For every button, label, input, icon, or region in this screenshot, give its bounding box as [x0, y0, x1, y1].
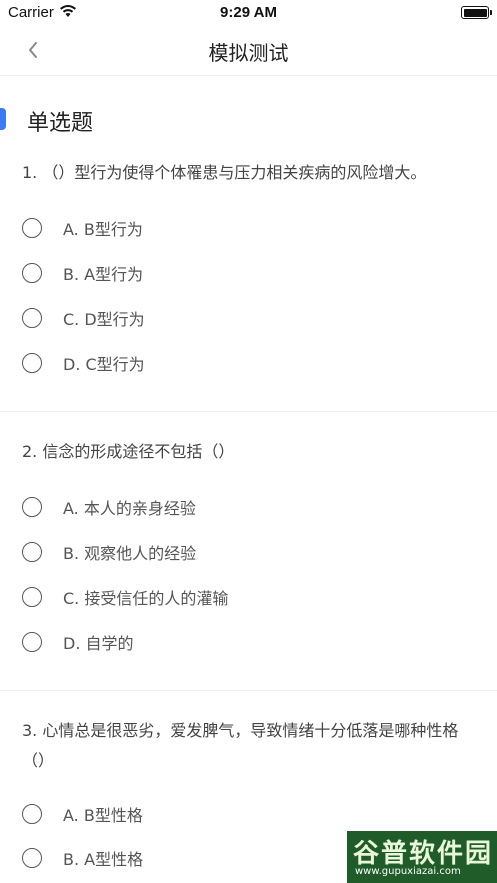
- divider: [0, 411, 497, 412]
- radio-icon[interactable]: [22, 804, 42, 824]
- section-header: 单选题: [0, 104, 497, 136]
- question-text: 3. 心情总是很恶劣，爱发脾气，导致情绪十分低落是哪种性格（）: [22, 721, 459, 770]
- option-1d[interactable]: D. C型行为: [0, 345, 497, 385]
- radio-icon[interactable]: [22, 308, 42, 328]
- option-2c[interactable]: C. 接受信任的人的灌输: [0, 579, 497, 619]
- watermark-title: 谷普软件园: [353, 839, 494, 869]
- radio-icon[interactable]: [22, 497, 42, 517]
- option-1c[interactable]: C. D型行为: [0, 300, 497, 340]
- option-label: A. 本人的亲身经验: [63, 499, 196, 518]
- radio-icon[interactable]: [22, 848, 42, 868]
- option-1a[interactable]: A. B型行为: [0, 210, 497, 250]
- radio-icon[interactable]: [22, 542, 42, 562]
- radio-icon[interactable]: [22, 632, 42, 652]
- option-label: C. D型行为: [63, 310, 145, 329]
- option-label: D. 自学的: [63, 634, 134, 653]
- question-text: 1. （）型行为使得个体罹患与压力相关疾病的风险增大。: [22, 163, 427, 182]
- option-2b[interactable]: B. 观察他人的经验: [0, 534, 497, 574]
- option-label: B. A型行为: [63, 265, 144, 284]
- option-1b[interactable]: B. A型行为: [0, 255, 497, 295]
- watermark-logo: 谷普软件园 www.gupuxiazai.com: [347, 831, 497, 883]
- option-label: B. 观察他人的经验: [63, 544, 197, 563]
- section-accent-bar: [0, 108, 6, 130]
- option-label: C. 接受信任的人的灌输: [63, 589, 229, 608]
- option-2d[interactable]: D. 自学的: [0, 624, 497, 664]
- option-label: A. B型行为: [63, 220, 143, 239]
- option-3a[interactable]: A. B型性格: [0, 796, 497, 836]
- watermark-url: www.gupuxiazai.com: [355, 866, 461, 877]
- radio-icon[interactable]: [22, 587, 42, 607]
- divider: [0, 690, 497, 691]
- option-label: B. A型性格: [63, 850, 144, 869]
- nav-bar: 模拟测试: [0, 26, 497, 76]
- radio-icon[interactable]: [22, 353, 42, 373]
- battery-icon: [461, 6, 492, 19]
- radio-icon[interactable]: [22, 218, 42, 238]
- option-2a[interactable]: A. 本人的亲身经验: [0, 489, 497, 529]
- radio-icon[interactable]: [22, 263, 42, 283]
- section-title: 单选题: [27, 111, 94, 136]
- option-label: A. B型性格: [63, 806, 143, 825]
- status-bar: Carrier 9:29 AM: [0, 0, 497, 26]
- page-title: 模拟测试: [208, 41, 289, 65]
- clock: 9:29 AM: [220, 4, 277, 21]
- option-label: D. C型行为: [63, 355, 145, 374]
- question-text: 2. 信念的形成途径不包括（）: [22, 442, 235, 461]
